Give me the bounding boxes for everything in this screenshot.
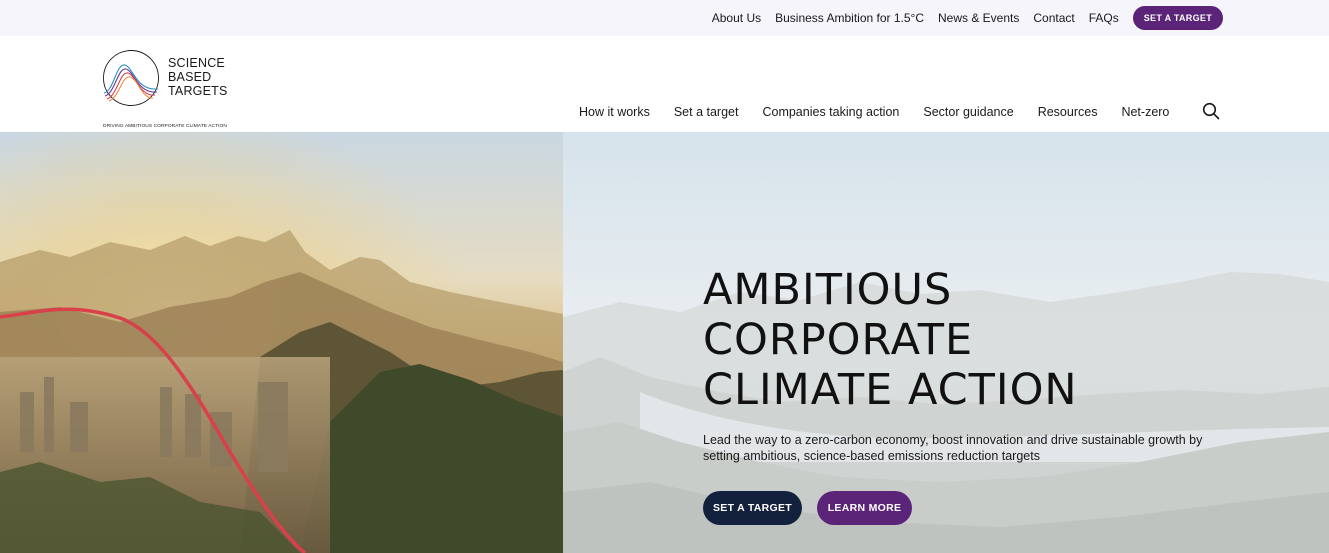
utility-nav: About Us Business Ambition for 1.5°C New… <box>712 0 1223 36</box>
nav-item-net-zero[interactable]: Net-zero <box>1121 105 1169 119</box>
logo-line-targets: TARGETS <box>168 84 228 98</box>
hero-title-line: AMBITIOUS <box>703 265 953 315</box>
utility-link-business-ambition[interactable]: Business Ambition for 1.5°C <box>775 11 924 25</box>
utility-link-about-us[interactable]: About Us <box>712 11 761 25</box>
hero-subtitle: Lead the way to a zero-carbon economy, b… <box>703 433 1203 463</box>
nav-item-set-a-target[interactable]: Set a target <box>674 105 739 119</box>
logo-mark-icon <box>103 50 159 106</box>
logo-line-based: BASED <box>168 70 212 84</box>
logo-wordmark: SCIENCE BASED TARGETS <box>168 56 228 98</box>
utility-link-news-events[interactable]: News & Events <box>938 11 1019 25</box>
logo-tagline: DRIVING AMBITIOUS CORPORATE CLIMATE ACTI… <box>103 124 227 129</box>
utility-bar: About Us Business Ambition for 1.5°C New… <box>0 0 1329 36</box>
hero-title-line: CLIMATE ACTION <box>703 365 1078 415</box>
nav-item-companies-taking-action[interactable]: Companies taking action <box>762 105 899 119</box>
nav-item-resources[interactable]: Resources <box>1038 105 1098 119</box>
logo-line-science: SCIENCE <box>168 56 225 70</box>
main-header: SCIENCE BASED TARGETS DRIVING AMBITIOUS … <box>0 36 1329 132</box>
learn-more-button[interactable]: LEARN MORE <box>817 491 912 525</box>
utility-link-contact[interactable]: Contact <box>1033 11 1074 25</box>
hero-title-line: CORPORATE <box>703 315 974 365</box>
nav-item-sector-guidance[interactable]: Sector guidance <box>923 105 1013 119</box>
utility-link-faqs[interactable]: FAQs <box>1089 11 1119 25</box>
search-icon[interactable] <box>1202 102 1220 120</box>
hero-buttons: SET A TARGET LEARN MORE <box>703 491 1263 525</box>
set-a-target-button[interactable]: SET A TARGET <box>703 491 802 525</box>
hero-content: AMBITIOUS CORPORATE CLIMATE ACTION Lead … <box>703 265 1263 525</box>
sbti-logo[interactable]: SCIENCE BASED TARGETS DRIVING AMBITIOUS … <box>102 49 242 129</box>
hero-title: AMBITIOUS CORPORATE CLIMATE ACTION <box>703 265 1263 415</box>
main-nav: How it works Set a target Companies taki… <box>579 105 1193 119</box>
nav-item-how-it-works[interactable]: How it works <box>579 105 650 119</box>
hero-section: AMBITIOUS CORPORATE CLIMATE ACTION Lead … <box>0 132 1329 553</box>
set-a-target-header-button[interactable]: SET A TARGET <box>1132 6 1223 30</box>
